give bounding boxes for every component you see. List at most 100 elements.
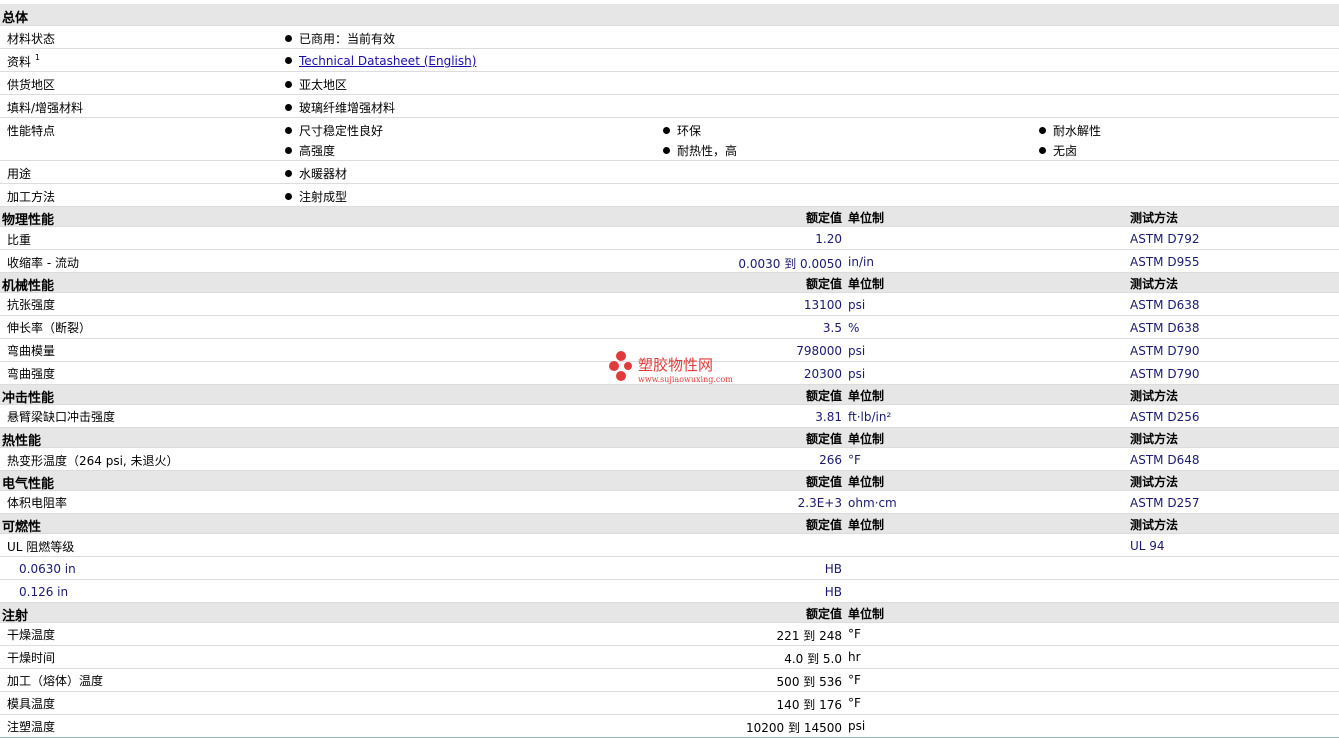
- section-title: 冲击性能: [2, 391, 55, 406]
- col-header-rated: 额定值: [805, 432, 842, 446]
- col-header-unit: 单位制: [848, 432, 885, 446]
- property-unit: °F: [848, 696, 861, 710]
- section-title: 注射: [2, 609, 29, 624]
- property-test: ASTM D648: [1130, 453, 1200, 467]
- property-label: 干燥时间: [7, 651, 56, 665]
- row-label: 性能特点: [7, 124, 56, 138]
- col-header-unit: 单位制: [848, 518, 885, 532]
- row-material-status: 材料状态 已商用：当前有效: [0, 26, 1339, 49]
- section-title: 电气性能: [2, 477, 55, 492]
- property-value: 13100: [803, 298, 842, 312]
- col-header-test: 测试方法: [1130, 211, 1179, 225]
- section-title: 物理性能: [2, 213, 55, 228]
- col-header-rated: 额定值: [805, 389, 842, 403]
- col-header-rated: 额定值: [805, 211, 842, 225]
- property-row: 悬臂梁缺口冲击强度 3.81 ft·lb/in² ASTM D256: [0, 405, 1339, 428]
- col-header-rated: 额定值: [805, 277, 842, 291]
- property-value: 0.0030 到 0.0050: [738, 257, 842, 271]
- feature-item: 高强度: [285, 142, 335, 159]
- row-value: 水暖器材: [285, 165, 347, 182]
- feature-item: 耐热性，高: [663, 142, 737, 159]
- property-row: 模具温度 140 到 176 °F: [0, 692, 1339, 715]
- section-impact: 冲击性能 额定值 单位制 测试方法: [0, 385, 1339, 406]
- property-row: 0.0630 in HB: [0, 557, 1339, 580]
- property-value: 4.0 到 5.0: [784, 652, 842, 666]
- row-filler: 填料/增强材料 玻璃纤维增强材料: [0, 95, 1339, 118]
- section-injection: 注射 额定值 单位制: [0, 603, 1339, 624]
- property-unit: °F: [848, 627, 861, 641]
- property-value: 2.3E+3: [797, 496, 842, 510]
- row-value: Technical Datasheet (English): [285, 54, 476, 68]
- feature-item: 尺寸稳定性良好: [285, 122, 383, 139]
- property-unit: °F: [848, 673, 861, 687]
- property-value: 10200 到 14500: [746, 721, 842, 735]
- col-header-test: 测试方法: [1130, 277, 1179, 291]
- row-documents: 资料 1 Technical Datasheet (English): [0, 49, 1339, 72]
- property-unit: ft·lb/in²: [848, 410, 892, 424]
- property-test: ASTM D790: [1130, 344, 1200, 358]
- property-unit: °F: [848, 453, 861, 467]
- row-value: 已商用：当前有效: [285, 30, 395, 47]
- property-value: 798000: [796, 344, 842, 358]
- property-test: UL 94: [1130, 539, 1165, 553]
- property-test: ASTM D638: [1130, 321, 1200, 335]
- property-row: 伸长率（断裂） 3.5 % ASTM D638: [0, 316, 1339, 339]
- property-unit: psi: [848, 298, 866, 312]
- property-row: 0.126 in HB: [0, 580, 1339, 603]
- property-unit: ohm·cm: [848, 496, 897, 510]
- col-header-unit: 单位制: [848, 211, 885, 225]
- property-row: 体积电阻率 2.3E+3 ohm·cm ASTM D257: [0, 491, 1339, 514]
- row-label: 用途: [7, 167, 32, 181]
- feature-item: 无卤: [1039, 142, 1077, 159]
- property-label: 收缩率 - 流动: [7, 256, 79, 270]
- section-title: 总体: [2, 11, 29, 26]
- bullet-icon: [663, 127, 670, 134]
- section-general: 总体: [0, 4, 1339, 26]
- col-header-test: 测试方法: [1130, 518, 1179, 532]
- property-label: 模具温度: [7, 697, 56, 711]
- section-title: 热性能: [2, 434, 42, 449]
- property-value: 20300: [803, 367, 842, 381]
- property-unit: psi: [848, 367, 866, 381]
- property-test: ASTM D790: [1130, 367, 1200, 381]
- section-title: 可燃性: [2, 520, 42, 535]
- property-value: HB: [824, 562, 842, 576]
- col-header-unit: 单位制: [848, 277, 885, 291]
- row-label: 资料 1: [7, 53, 40, 69]
- property-test: ASTM D638: [1130, 298, 1200, 312]
- property-test: ASTM D256: [1130, 410, 1200, 424]
- row-label: 加工方法: [7, 190, 56, 204]
- col-header-unit: 单位制: [848, 389, 885, 403]
- section-title: 机械性能: [2, 279, 55, 294]
- property-label: 悬臂梁缺口冲击强度: [7, 410, 116, 424]
- property-value: 500 到 536: [776, 675, 842, 689]
- property-row: 热变形温度（264 psi, 未退火） 266 °F ASTM D648: [0, 448, 1339, 471]
- property-test: ASTM D955: [1130, 255, 1200, 269]
- property-test: ASTM D792: [1130, 232, 1200, 246]
- watermark-url: www.sujiaowuxing.com: [638, 375, 733, 384]
- property-row: 比重 1.20 ASTM D792: [0, 227, 1339, 250]
- logo-dots-icon: [609, 351, 632, 381]
- col-header-test: 测试方法: [1130, 432, 1179, 446]
- property-value: 221 到 248: [776, 629, 842, 643]
- property-row: 加工（熔体）温度 500 到 536 °F: [0, 669, 1339, 692]
- property-label: 抗张强度: [7, 298, 56, 312]
- section-mechanical: 机械性能 额定值 单位制 测试方法: [0, 273, 1339, 294]
- property-label: 加工（熔体）温度: [7, 674, 104, 688]
- bullet-icon: [285, 81, 292, 88]
- row-label: 材料状态: [7, 32, 56, 46]
- row-value: 玻璃纤维增强材料: [285, 99, 395, 116]
- bullet-icon: [285, 193, 292, 200]
- property-row: 注塑温度 10200 到 14500 psi: [0, 715, 1339, 738]
- row-value: 注射成型: [285, 188, 347, 205]
- technical-datasheet-link[interactable]: Technical Datasheet (English): [299, 54, 476, 68]
- bullet-icon: [663, 147, 670, 154]
- feature-item: 环保: [663, 122, 701, 139]
- property-label: 比重: [7, 233, 32, 247]
- property-label: 弯曲模量: [7, 344, 56, 358]
- property-row: 抗张强度 13100 psi ASTM D638: [0, 293, 1339, 316]
- col-header-rated: 额定值: [805, 607, 842, 621]
- property-row: 干燥时间 4.0 到 5.0 hr: [0, 646, 1339, 669]
- property-row: 收缩率 - 流动 0.0030 到 0.0050 in/in ASTM D955: [0, 250, 1339, 273]
- row-processing: 加工方法 注射成型: [0, 184, 1339, 207]
